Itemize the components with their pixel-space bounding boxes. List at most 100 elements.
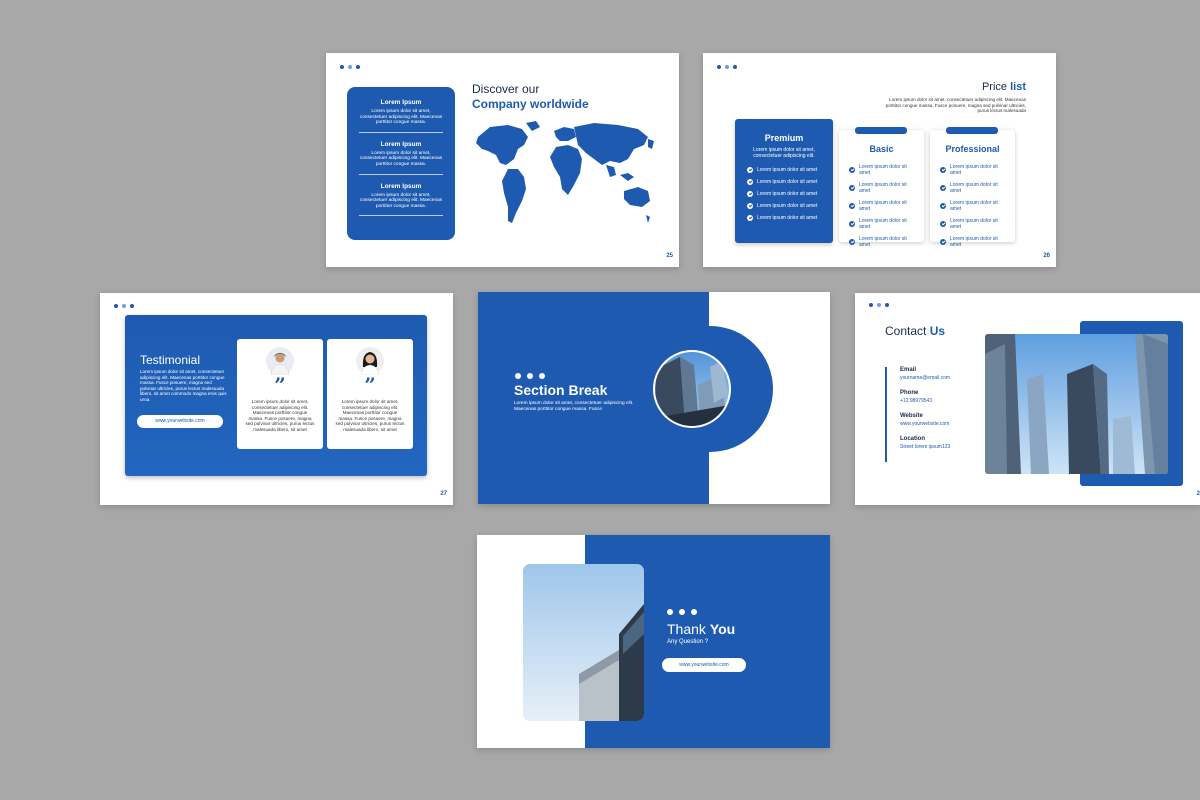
check-icon [940, 221, 946, 227]
feature-text: Lorem ipsum dolor sit amet [859, 236, 907, 248]
feature-text: Lorem ipsum dolor sit amet [950, 236, 998, 248]
divider [359, 173, 443, 175]
divider [359, 215, 443, 217]
world-map-graphic [476, 121, 654, 223]
feature-row: Lorem ipsum dolor sit amet [849, 182, 914, 194]
testimonial-card-text: Lorem ipsum dolor sit amet, consectetuer… [245, 399, 315, 432]
feature-row: Lorem ipsum dolor sit amet [747, 179, 821, 185]
contact-title-bold: Us [929, 324, 946, 338]
contact-title-plain: Contact [885, 324, 927, 338]
title-line1: Discover our [472, 82, 540, 96]
avatar [266, 347, 294, 375]
plan-card-professional[interactable]: Professional Lorem ipsum dolor sit amet L… [930, 127, 1015, 248]
plan-card-premium[interactable]: Premium Lorem ipsum dolor sit amet, cons… [735, 113, 833, 243]
thanks-title-plain: Thank [667, 621, 706, 637]
contact-field: Email yourname@email.com [900, 367, 950, 381]
building-circle-image [650, 326, 773, 452]
contact-label: Location [900, 436, 925, 442]
contact-value: yourname@email.com [900, 375, 951, 381]
contact-label: Email [900, 367, 917, 373]
feature-text: Lorem ipsum dolor sit amet [950, 164, 998, 176]
feature-row: Lorem ipsum dolor sit amet [940, 236, 1005, 248]
contact-field: Location Street lorem ipsum123 [900, 436, 950, 450]
info-text: Lorem ipsum dolor sit amet, consectetuer… [359, 150, 443, 167]
info-item: Lorem Ipsum Lorem ipsum dolor sit amet, c… [359, 183, 443, 217]
contact-value: +12 98979543 [900, 398, 933, 404]
info-item: Lorem Ipsum Lorem ipsum dolor sit amet, c… [359, 141, 443, 175]
section-title: Section Break [514, 382, 608, 398]
feature-row: Lorem ipsum dolor sit amet [747, 167, 821, 173]
thanks-title-bold: You [709, 621, 736, 637]
slide-thank-you[interactable]: Thank You Any Question ? www.yourwebsite… [477, 535, 830, 748]
check-icon [747, 179, 753, 185]
check-icon [849, 185, 855, 191]
feature-text: Lorem ipsum dolor sit amet [757, 191, 818, 197]
plan-tab [855, 127, 907, 134]
building-photo [523, 564, 644, 721]
testimonial-card: ” Lorem ipsum dolor sit amet, consectetu… [327, 339, 413, 449]
feature-text: Lorem ipsum dolor sit amet [859, 182, 907, 194]
website-button[interactable]: www.yourwebsite.com [662, 658, 746, 672]
check-icon [747, 167, 753, 173]
feature-text: Lorem ipsum dolor sit amet [859, 164, 907, 176]
check-icon [940, 239, 946, 245]
feature-text: Lorem ipsum dolor sit amet [757, 215, 818, 221]
divider [359, 131, 443, 133]
slide-section-break[interactable]: Section Break Lorem ipsum dolor sit amet… [478, 292, 830, 504]
slide-dots [869, 303, 889, 307]
contact-label: Phone [900, 390, 919, 396]
plan-name: Basic [869, 144, 894, 154]
feature-row: Lorem ipsum dolor sit amet [940, 200, 1005, 212]
feature-text: Lorem ipsum dolor sit amet [859, 200, 907, 212]
thanks-title: Thank You [667, 621, 735, 637]
info-heading: Lorem Ipsum [380, 140, 422, 148]
feature-row: Lorem ipsum dolor sit amet [849, 218, 914, 230]
testimonial-card: ” Lorem ipsum dolor sit amet, consectetu… [237, 339, 323, 449]
feature-text: Lorem ipsum dolor sit amet [757, 167, 818, 173]
plan-card-basic[interactable]: Basic Lorem ipsum dolor sit amet Lorem ip… [839, 127, 924, 248]
feature-text: Lorem ipsum dolor sit amet [859, 218, 907, 230]
check-icon [940, 185, 946, 191]
feature-text: Lorem ipsum dolor sit amet [950, 218, 998, 230]
check-icon [747, 215, 753, 221]
contact-label: Website [900, 413, 923, 419]
slide-testimonial[interactable]: Testimonial Lorem ipsum dolor sit amet, … [100, 293, 453, 505]
feature-text: Lorem ipsum dolor sit amet [950, 200, 998, 212]
page-number: 2 [1196, 491, 1200, 497]
check-icon [849, 167, 855, 173]
slide-price-list[interactable]: Price list Lorem ipsum dolor sit amet, c… [703, 53, 1056, 267]
check-icon [849, 203, 855, 209]
testimonial-card-text: Lorem ipsum dolor sit amet, consectetuer… [335, 399, 405, 432]
check-icon [849, 239, 855, 245]
contact-value: www.yourwebsite.com [900, 421, 950, 427]
plan-tab [755, 113, 813, 119]
testimonial-title: Testimonial [140, 353, 201, 367]
feature-text: Lorem ipsum dolor sit amet [757, 203, 818, 209]
quote-icon: ” [274, 373, 286, 397]
title-line2: Company worldwide [472, 97, 589, 111]
feature-text: Lorem ipsum dolor sit amet [757, 179, 818, 185]
contact-field: Phone +12 98979543 [900, 390, 950, 404]
slide-contact[interactable]: Contact Us Email yourname@email.com Phone +… [855, 293, 1200, 505]
testimonial-text: Lorem ipsum dolor sit amet, consectetuer… [140, 369, 227, 402]
info-text: Lorem ipsum dolor sit amet, consectetuer… [359, 109, 443, 126]
price-title-plain: Price [981, 81, 1008, 93]
feature-row: Lorem ipsum dolor sit amet [849, 164, 914, 176]
thanks-subtitle: Any Question ? [667, 639, 709, 645]
slide-dots [114, 304, 134, 308]
page-number: 25 [666, 253, 673, 259]
website-button[interactable]: www.yourwebsite.com [137, 415, 223, 428]
page-number: 27 [440, 491, 447, 497]
feature-row: Lorem ipsum dolor sit amet [849, 200, 914, 212]
section-text: Lorem ipsum dolor sit amet, consectetuer… [514, 401, 634, 412]
section-dots [515, 373, 545, 379]
plan-name: Professional [945, 144, 1000, 154]
feature-row: Lorem ipsum dolor sit amet [940, 182, 1005, 194]
sidebar-panel: Lorem Ipsum Lorem ipsum dolor sit amet, c… [347, 87, 455, 240]
slide-world-map[interactable]: Lorem Ipsum Lorem ipsum dolor sit amet, c… [326, 53, 679, 267]
feature-row: Lorem ipsum dolor sit amet [940, 218, 1005, 230]
building-photo [985, 334, 1168, 474]
check-icon [940, 167, 946, 173]
feature-row: Lorem ipsum dolor sit amet [747, 191, 821, 197]
contact-title: Contact Us [885, 324, 945, 338]
